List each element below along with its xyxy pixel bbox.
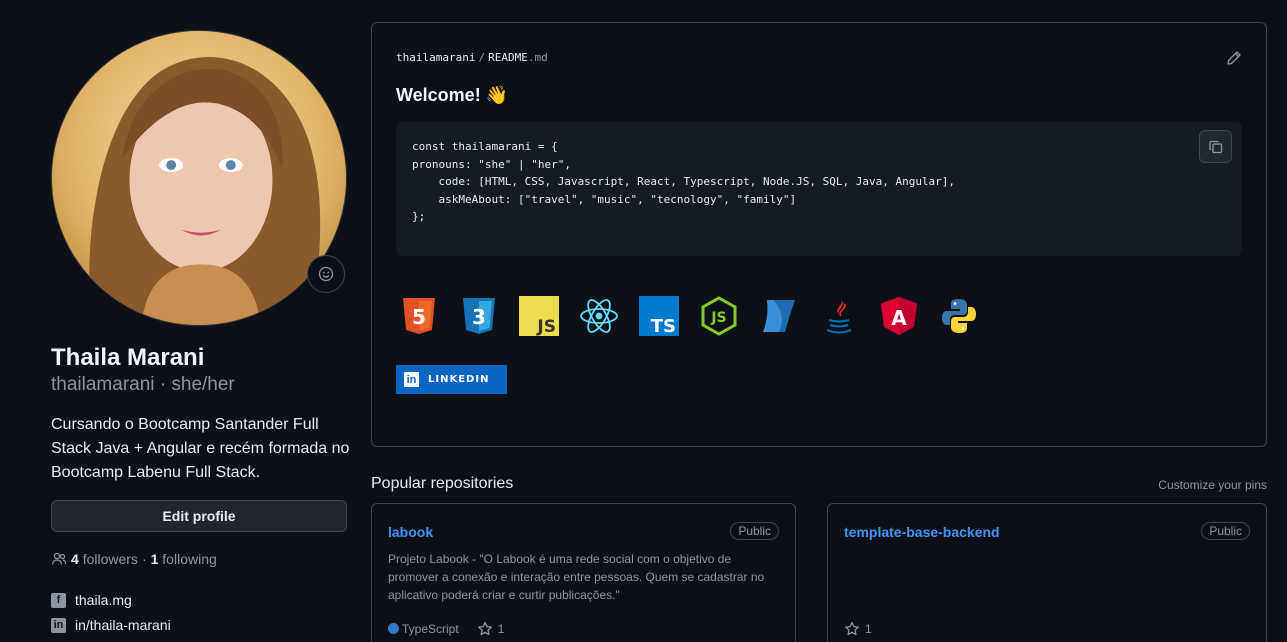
python-icon: [942, 299, 976, 333]
linkedin-icon: in: [404, 372, 419, 387]
repo-link[interactable]: labook: [388, 524, 433, 540]
repo-language: TypeScript: [388, 622, 459, 636]
avatar-portrait: [52, 31, 346, 325]
code-line: askMeAbout: ["travel", "music", "tecnolo…: [412, 192, 797, 206]
avatar[interactable]: [51, 30, 347, 326]
code-block: const thailamarani = { pronouns: "she" |…: [396, 122, 1242, 256]
readme-file-link[interactable]: README: [488, 51, 528, 64]
profile-login: thailamarani · she/her: [51, 374, 235, 395]
svg-text:5: 5: [412, 305, 426, 329]
visibility-badge: Public: [730, 522, 779, 540]
social-linkedin[interactable]: in in/thaila-marani: [51, 617, 171, 633]
svg-text:JS: JS: [536, 317, 556, 336]
profile-readme: thailamarani / README.md Welcome! 👋 const …: [371, 22, 1267, 447]
repo-card: template-base-backend Public 1: [827, 503, 1267, 642]
svg-text:TS: TS: [651, 316, 676, 336]
profile-page: Thaila Marani thailamarani · she/her Cur…: [0, 0, 1287, 642]
readme-user-link[interactable]: thailamarani: [396, 51, 475, 64]
edit-profile-button[interactable]: Edit profile: [51, 500, 347, 532]
follow-stats: 4 followers · 1 following: [51, 551, 217, 567]
sql-icon: [763, 300, 795, 332]
repo-description: Projeto Labook - "O Labook é uma rede so…: [388, 552, 765, 602]
copy-code-button[interactable]: [1199, 130, 1232, 163]
customize-pins-link[interactable]: Customize your pins: [1158, 478, 1267, 492]
star-icon: [477, 621, 492, 636]
code-line: const thailamarani = {: [412, 140, 558, 153]
smiley-icon: [318, 266, 334, 282]
copy-icon: [1208, 140, 1222, 153]
svg-text:3: 3: [472, 305, 486, 329]
profile-bio: Cursando o Bootcamp Santander Full Stack…: [51, 416, 350, 481]
repo-stars[interactable]: 1: [477, 621, 504, 637]
nodejs-icon: JS: [701, 296, 737, 336]
css3-icon: 3: [463, 298, 495, 334]
facebook-icon: f: [51, 592, 66, 608]
javascript-icon: JS: [519, 296, 559, 336]
readme-path: thailamarani / README.md: [396, 51, 548, 64]
people-icon: [51, 552, 67, 565]
repo-meta: 1: [844, 621, 872, 637]
edit-readme-button[interactable]: [1226, 50, 1242, 71]
visibility-badge: Public: [1201, 522, 1250, 540]
following-link[interactable]: 1 following: [151, 551, 217, 567]
code-line: code: [HTML, CSS, Javascript, React, Typ…: [412, 175, 956, 188]
react-icon: [580, 299, 618, 333]
pencil-icon: [1227, 51, 1241, 65]
set-status-button[interactable]: [307, 255, 345, 293]
svg-text:JS: JS: [710, 310, 726, 326]
linkedin-icon: in: [51, 617, 66, 633]
repo-link[interactable]: template-base-backend: [844, 524, 1000, 540]
html5-icon: 5: [403, 298, 435, 334]
star-icon: [845, 621, 859, 636]
tech-icons: 5 3 JS TS JS A: [399, 296, 979, 336]
followers-link[interactable]: 4 followers: [71, 551, 138, 567]
code-line: pronouns: "she" | "her",: [412, 157, 571, 171]
language-dot: [388, 623, 399, 634]
java-icon: [826, 299, 852, 334]
profile-name: Thaila Marani: [51, 344, 205, 371]
social-facebook[interactable]: f thaila.mg: [51, 592, 132, 608]
follow-separator: ·: [141, 551, 147, 567]
repo-meta: TypeScript 1: [388, 621, 504, 637]
angular-icon: A: [881, 297, 917, 335]
svg-text:A: A: [891, 306, 907, 330]
linkedin-badge[interactable]: in LINKEDIN: [396, 365, 507, 394]
popular-repos-title: Popular repositories: [371, 475, 514, 492]
repo-stars[interactable]: 1: [844, 621, 872, 637]
code-line: };: [412, 210, 426, 223]
repo-card: labook Public Projeto Labook - "O Labook…: [371, 503, 796, 642]
readme-heading: Welcome! 👋: [396, 85, 509, 105]
typescript-icon: TS: [639, 296, 679, 336]
